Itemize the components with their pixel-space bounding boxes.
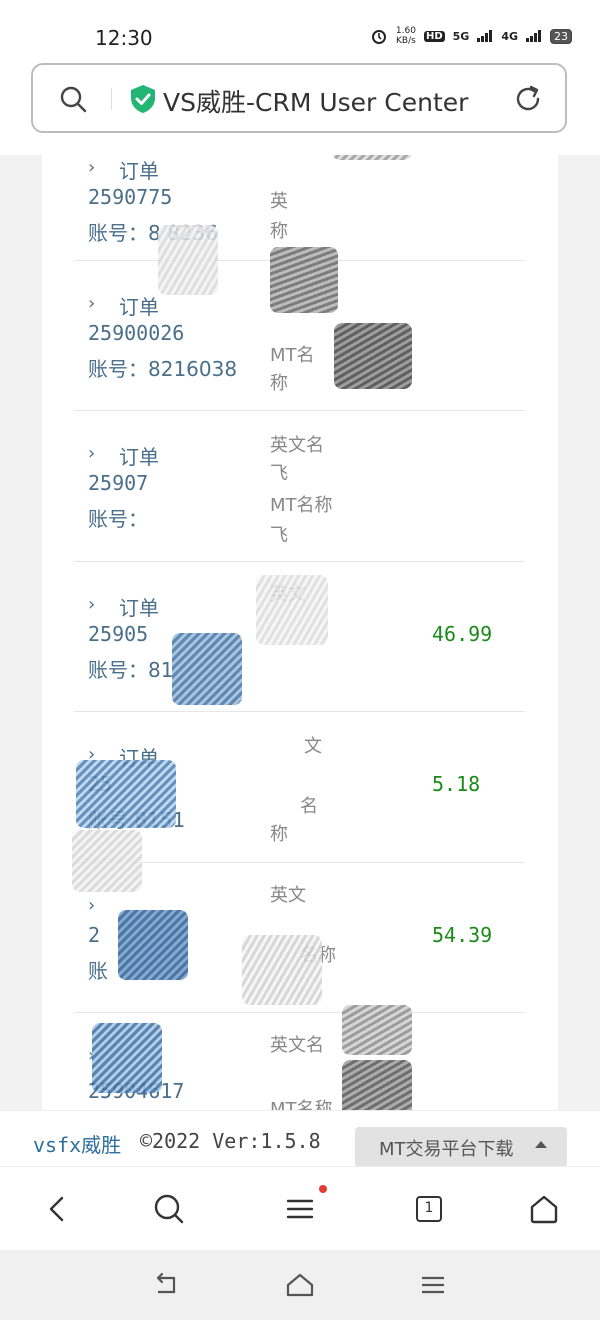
system-recents-icon[interactable] bbox=[418, 1270, 448, 1300]
redaction-scribble bbox=[334, 323, 412, 389]
name-text: 英 bbox=[270, 191, 288, 212]
name-text: 称 bbox=[270, 824, 288, 845]
back-icon[interactable] bbox=[42, 1193, 74, 1225]
network-4g: 4G bbox=[501, 29, 518, 43]
redaction-scribble bbox=[72, 830, 142, 892]
caret-up-icon bbox=[535, 1141, 547, 1148]
alarm-icon bbox=[371, 30, 386, 44]
system-back-icon[interactable] bbox=[152, 1270, 182, 1300]
name-text: 名 bbox=[300, 796, 318, 817]
order-id: 2 bbox=[88, 923, 101, 947]
chevron-right-icon: › bbox=[88, 293, 96, 314]
status-bar: 12:30 1.60 KB/s HD 5G 4G 23 bbox=[0, 0, 600, 60]
account-number: 账号：8216038 bbox=[88, 357, 238, 381]
hd-badge: HD bbox=[423, 30, 445, 42]
chevron-right-icon: › bbox=[88, 443, 96, 464]
name-text: 飞 bbox=[270, 463, 288, 484]
order-label: 订单 bbox=[119, 159, 159, 183]
order-label: 订单 bbox=[119, 596, 159, 620]
redaction-scribble bbox=[92, 1023, 162, 1093]
shield-check-icon bbox=[131, 85, 155, 113]
order-label: 订单 bbox=[119, 295, 159, 319]
profit-value: 5.18 bbox=[432, 772, 481, 796]
redaction-scribble bbox=[332, 155, 412, 160]
list-item[interactable]: › 订单 25907 账号： 英文名 飞 MT名称 飞 bbox=[74, 410, 525, 561]
redaction-scribble bbox=[172, 633, 242, 705]
signal-icon bbox=[526, 30, 541, 42]
network-5g: 5G bbox=[452, 29, 470, 43]
redaction-scribble bbox=[242, 935, 322, 1005]
status-icons: 1.60 KB/s HD 5G 4G 23 bbox=[370, 26, 572, 46]
tabs-icon[interactable]: 1 bbox=[416, 1196, 442, 1222]
chevron-right-icon: › bbox=[88, 895, 96, 916]
name-text: 文 bbox=[304, 736, 322, 757]
browser-toolbar: 1 bbox=[0, 1166, 600, 1251]
name-text: 称 bbox=[270, 221, 288, 242]
order-id: 25905 bbox=[88, 622, 149, 646]
clock: 12:30 bbox=[95, 26, 153, 50]
footer-copyright: ©2022 Ver:1.5.8 bbox=[140, 1129, 321, 1153]
search-icon[interactable] bbox=[59, 85, 87, 113]
name-text: 称 bbox=[270, 373, 288, 394]
reload-icon[interactable] bbox=[513, 84, 543, 114]
name-text: MT名称 bbox=[270, 1099, 333, 1110]
notification-dot bbox=[319, 1185, 327, 1193]
signal-icon bbox=[477, 30, 493, 42]
page-title: VS威胜-CRM User Center bbox=[163, 88, 469, 117]
redaction-scribble bbox=[118, 910, 188, 980]
name-text: 飞 bbox=[270, 525, 288, 546]
redaction-scribble bbox=[158, 225, 218, 295]
page-footer: vsfx威胜 ©2022 Ver:1.5.8 MT交易平台下载 bbox=[0, 1110, 600, 1167]
order-list: › 订单 2590775 账号：8 8236 英 称 › 订单 25900026… bbox=[42, 155, 558, 1110]
name-text: 英文名 bbox=[270, 435, 324, 456]
name-text: 英文 bbox=[270, 885, 306, 906]
network-speed: 1.60 KB/s bbox=[395, 26, 416, 46]
redaction-scribble bbox=[256, 575, 328, 645]
name-text: 英文名 bbox=[270, 1035, 324, 1056]
account-number: 账号：81 bbox=[88, 658, 174, 682]
account-number: 账号： bbox=[88, 507, 148, 531]
system-home-icon[interactable] bbox=[285, 1270, 315, 1300]
order-id: 2590775 bbox=[88, 185, 173, 209]
tab-count: 1 bbox=[424, 1200, 434, 1216]
order-id: 25900026 bbox=[88, 321, 185, 345]
chevron-right-icon: › bbox=[88, 157, 96, 178]
chevron-right-icon: › bbox=[88, 594, 96, 615]
system-navigation-bar bbox=[0, 1250, 600, 1320]
download-label: MT交易平台下载 bbox=[379, 1139, 514, 1160]
url-bar[interactable]: VS威胜-CRM User Center bbox=[31, 63, 567, 133]
redaction-scribble bbox=[270, 247, 338, 313]
footer-brand[interactable]: vsfx威胜 bbox=[33, 1129, 121, 1158]
menu-icon[interactable] bbox=[284, 1193, 316, 1225]
profit-value: 54.39 bbox=[432, 923, 493, 947]
search-icon[interactable] bbox=[153, 1193, 185, 1225]
profit-value: 46.99 bbox=[432, 622, 493, 646]
order-label: 订单 bbox=[119, 445, 159, 469]
order-id: 25907 bbox=[88, 471, 149, 495]
download-button[interactable]: MT交易平台下载 bbox=[355, 1127, 567, 1167]
redaction-scribble bbox=[342, 1005, 412, 1055]
battery-level: 23 bbox=[550, 28, 572, 44]
home-icon[interactable] bbox=[528, 1193, 560, 1225]
redaction-scribble bbox=[76, 760, 176, 828]
redaction-scribble bbox=[342, 1060, 412, 1110]
account-number: 账 bbox=[88, 959, 108, 983]
url-divider bbox=[111, 88, 112, 110]
name-text: MT名称 bbox=[270, 495, 333, 516]
name-text: MT名 bbox=[270, 345, 315, 366]
